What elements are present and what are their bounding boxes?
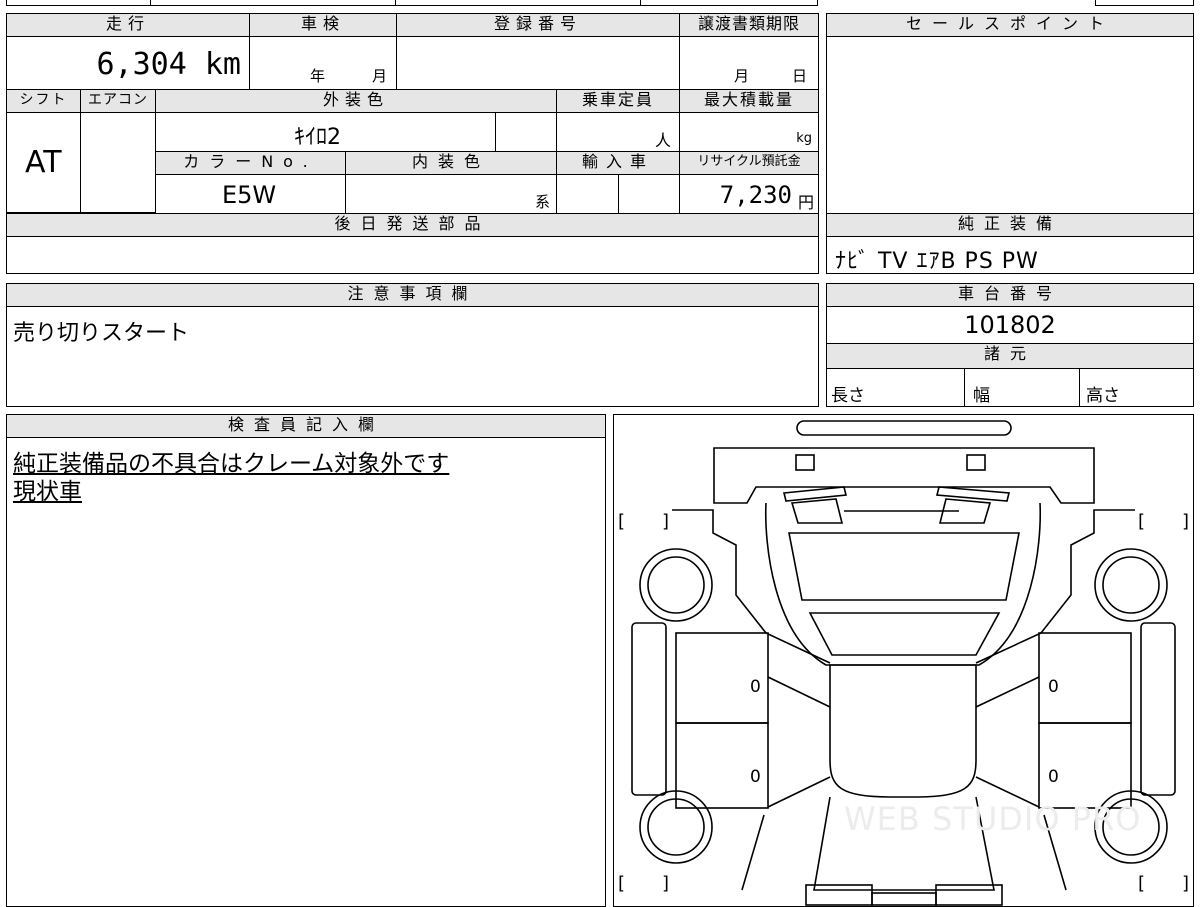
inspector-cell: 純正装備品の不具合はクレーム対象外です 現状車 (6, 437, 606, 907)
diagram-bracket-close-tl: ] (662, 511, 670, 532)
genuine-equipment-cell: ﾅﾋﾞ TV ｴｱB PS PW (826, 236, 1194, 274)
diagram-bracket-close-bl: ] (662, 873, 670, 894)
specs-height-label: 高さ (1086, 386, 1120, 406)
genuine-equipment-header: 純正装備 (826, 213, 1194, 237)
registration-header: 登録番号 (396, 13, 680, 37)
recycle-fee-value: 7,230 (719, 181, 792, 209)
exterior-color-value: ｷｲﾛ2 (294, 125, 341, 150)
chassis-number-header: 車台番号 (826, 283, 1194, 307)
aircon-header: エアコン (80, 89, 156, 113)
top-strip-right (1095, 0, 1194, 6)
inspection-header: 車検 (249, 13, 397, 37)
specs-length-cell: 長さ (826, 368, 965, 407)
recycle-fee-unit: 円 (797, 193, 814, 212)
diagram-bracket-open-bl: [ (618, 873, 626, 894)
max-load-cell: kg (679, 112, 819, 152)
top-strip-divider (640, 0, 641, 6)
transfer-deadline-cell: 月 日 (679, 36, 819, 90)
diagram-bracket-close-br: ] (1182, 873, 1190, 894)
diagram-watermark: WEB STUDIO PRO (844, 800, 1142, 838)
specs-length-label: 長さ (831, 386, 865, 406)
interior-color-header: 内装色 (345, 151, 557, 175)
exterior-color-header: 外装色 (155, 89, 557, 113)
capacity-cell: 人 (556, 112, 680, 152)
chassis-number-value: 101802 (964, 311, 1056, 339)
mileage-header: 走行 (6, 13, 250, 37)
notes-cell: 売り切りスタート (6, 306, 819, 407)
diagram-bracket-open-br: [ (1138, 873, 1146, 894)
transfer-month-unit: 月 (734, 67, 750, 85)
inspection-year-unit: 年 (310, 67, 326, 85)
color-no-value: E5W (222, 181, 277, 209)
specs-header: 諸元 (826, 343, 1194, 369)
max-load-unit: kg (796, 131, 812, 146)
transfer-deadline-header: 譲渡書類期限 (679, 13, 819, 37)
notes-header: 注意事項欄 (6, 283, 819, 307)
color-no-cell: E5W (155, 174, 346, 214)
recycle-fee-cell: 7,230 円 (679, 174, 819, 214)
shipping-parts-cell (6, 236, 819, 274)
shift-value: AT (25, 145, 62, 180)
diagram-bracket-close-tr: ] (1182, 511, 1190, 532)
shift-cell: AT (6, 112, 81, 213)
top-strip (6, 0, 818, 6)
registration-cell (396, 36, 680, 90)
specs-width-cell: 幅 (964, 368, 1080, 407)
top-strip-divider (150, 0, 151, 6)
max-load-header: 最大積載量 (679, 89, 819, 113)
inspection-month-unit: 月 (372, 67, 388, 85)
recycle-fee-header: リサイクル預託金 (679, 151, 819, 175)
interior-color-cell: 系 (345, 174, 557, 214)
inspector-line-2: 現状車 (13, 479, 82, 505)
chassis-number-cell: 101802 (826, 306, 1194, 344)
diagram-mark-right-upper: 0 (1048, 677, 1059, 697)
mileage-cell: 6,304 km (6, 36, 250, 90)
top-strip-divider (395, 0, 396, 6)
genuine-equipment-value: ﾅﾋﾞ TV ｴｱB PS PW (835, 249, 1039, 274)
mileage-value: 6,304 km (96, 47, 242, 82)
capacity-unit: 人 (654, 131, 671, 150)
sales-points-header: セールスポイント (826, 13, 1194, 37)
capacity-header: 乗車定員 (556, 89, 680, 113)
inspector-header: 検査員記入欄 (6, 414, 606, 438)
notes-value: 売り切りスタート (13, 321, 190, 346)
aircon-cell (80, 112, 156, 213)
car-diagram-panel: [ ] [ ] [ ] [ ] 0 0 0 0 WEB STUDIO PRO (613, 414, 1194, 907)
specs-width-label: 幅 (973, 386, 990, 406)
specs-height-cell: 高さ (1079, 368, 1194, 407)
import-car-header: 輸入車 (556, 151, 680, 175)
shipping-parts-header: 後日発送部品 (6, 213, 819, 237)
inspection-cell: 年 月 (249, 36, 397, 90)
exterior-color-cell: ｷｲﾛ2 (155, 112, 496, 152)
import-car-cell-b (618, 174, 680, 214)
diagram-bracket-open-tl: [ (618, 511, 626, 532)
sales-points-cell (826, 36, 1194, 214)
diagram-mark-left-upper: 0 (750, 677, 761, 697)
diagram-mark-left-lower: 0 (750, 767, 761, 787)
import-car-cell-a (556, 174, 619, 214)
exterior-color-extra (495, 112, 557, 152)
interior-color-suffix: 系 (534, 193, 550, 211)
diagram-mark-right-lower: 0 (1048, 767, 1059, 787)
color-no-header: カラーNo. (155, 151, 346, 175)
transfer-day-unit: 日 (792, 67, 808, 85)
diagram-bracket-open-tr: [ (1138, 511, 1146, 532)
shift-header: シフト (6, 89, 81, 113)
